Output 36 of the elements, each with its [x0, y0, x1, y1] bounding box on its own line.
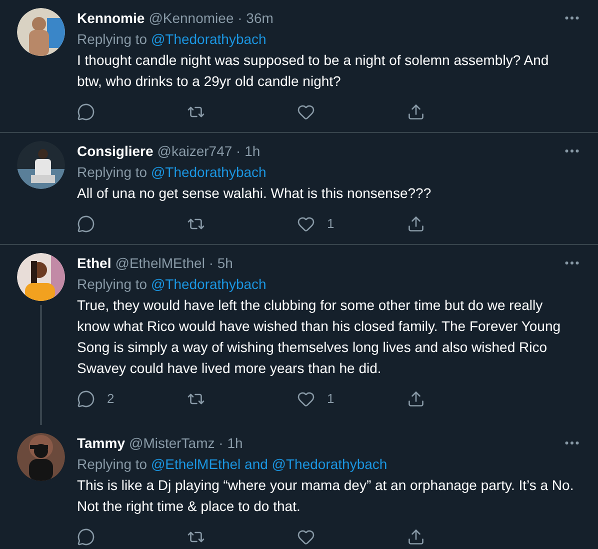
share-icon	[407, 215, 425, 233]
like-icon	[297, 390, 315, 408]
like-icon	[297, 215, 315, 233]
like-icon	[297, 103, 315, 121]
display-name[interactable]: Consigliere	[77, 140, 154, 162]
mention-link[interactable]: @EthelMEthel	[150, 456, 241, 472]
share-icon	[407, 103, 425, 121]
like-button[interactable]: 1	[297, 214, 407, 234]
replying-to: Replying to @Thedorathybach	[77, 163, 268, 182]
mention-link[interactable]: @Thedorathybach	[150, 164, 266, 180]
share-icon	[407, 528, 425, 546]
reply-button[interactable]: 2	[77, 389, 187, 409]
tweet-text: All of una no get sense walahi. What is this nonsense???	[77, 184, 432, 203]
mention-link[interactable]: @Thedorathybach	[150, 31, 266, 47]
like-icon	[297, 528, 315, 546]
mention-link[interactable]: @Thedorathybach	[272, 456, 388, 472]
reply-icon	[77, 103, 95, 121]
reply-icon	[77, 390, 95, 408]
reply-icon	[77, 215, 95, 233]
handle-and-time: @EthelMEthel · 5h	[115, 254, 233, 272]
mention-link[interactable]: @Thedorathybach	[150, 276, 266, 292]
display-name[interactable]: Kennomie	[77, 8, 145, 28]
display-name[interactable]: Tammy	[77, 432, 125, 454]
handle-and-time: @Kennomiee · 36m	[148, 8, 274, 28]
tweet-text: This is like a Dj playing “where your mama dey” at an orphanage party. It’s a No. Not the right time & place to do that.	[77, 476, 575, 516]
handle-and-time: @MisterTamz · 1h	[128, 434, 243, 452]
display-name[interactable]: Ethel	[77, 252, 112, 274]
reply-icon	[77, 528, 95, 546]
handle-and-time: @kaizer747 · 1h	[157, 142, 260, 160]
tweet-text: I thought candle night was supposed to be a night of solemn assembly? And btw, who drinks to a 29yr old candle night?	[77, 51, 550, 91]
replying-to: Replying to @EthelMEthel and @Thedorathybach	[77, 455, 388, 474]
share-icon	[407, 390, 425, 408]
like-button[interactable]: 1	[297, 389, 407, 409]
replying-to: Replying to @Thedorathybach	[77, 275, 268, 294]
tweet-text: True, they would have left the clubbing for some other time but do we really know what Rico would have wished than his closed family. The Forever Young Song is simply a way of wishing themselves long lives and also wished Rico Swavey could have lived more years than he did.	[77, 296, 562, 378]
replying-to: Replying to @Thedorathybach	[77, 30, 268, 49]
